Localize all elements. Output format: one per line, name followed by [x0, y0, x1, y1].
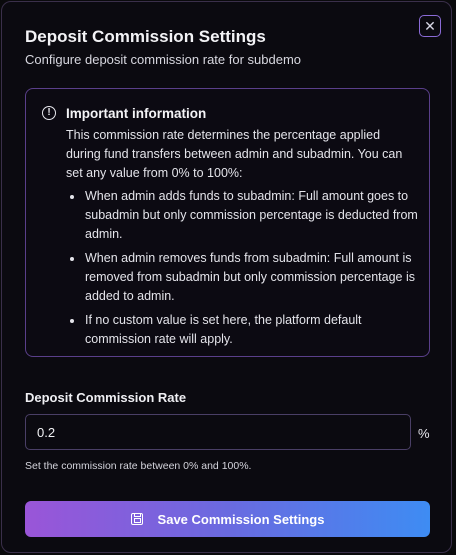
percent-unit: %: [418, 426, 430, 441]
dialog-title: Deposit Commission Settings: [25, 27, 266, 46]
commission-settings-dialog: ✕ Deposit Commission Settings Configure …: [1, 1, 452, 553]
commission-rate-label: Deposit Commission Rate: [25, 390, 187, 405]
important-info-panel: ! Important information This commission …: [25, 88, 430, 357]
commission-rate-input[interactable]: [25, 414, 411, 450]
info-icon: !: [42, 106, 56, 120]
info-list: When admin adds funds to subadmin: Full …: [66, 187, 418, 354]
save-button-label: Save Commission Settings: [157, 511, 325, 527]
rate-help-text: Set the commission rate between 0% and 1…: [25, 460, 252, 472]
dialog-subtitle: Configure deposit commission rate for su…: [25, 52, 302, 67]
list-item: If no custom value is set here, the plat…: [66, 311, 418, 349]
list-item: When admin removes funds from subadmin: …: [66, 249, 418, 306]
save-icon: [130, 513, 143, 525]
save-commission-button[interactable]: Save Commission Settings: [25, 501, 430, 537]
info-heading: Important information: [66, 106, 207, 121]
list-item: When admin adds funds to subadmin: Full …: [66, 187, 418, 244]
x-icon: ✕: [424, 18, 436, 34]
info-body: This commission rate determines the perc…: [66, 128, 403, 180]
close-button[interactable]: ✕: [419, 15, 441, 37]
